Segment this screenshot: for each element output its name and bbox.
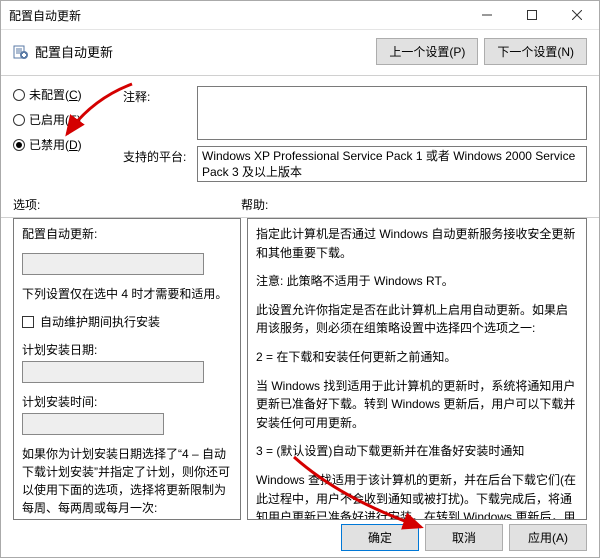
- policy-icon: [13, 44, 29, 60]
- supported-textbox: Windows XP Professional Service Pack 1 或…: [197, 146, 587, 182]
- window-title: 配置自动更新: [9, 7, 81, 24]
- help-label: 帮助:: [241, 196, 587, 213]
- state-radio-group: 未配置(C) 已启用(E) 已禁用(D): [13, 86, 113, 188]
- schedule-time-label: 计划安装时间:: [22, 393, 232, 411]
- options-label: 选项:: [13, 196, 241, 213]
- minimize-button[interactable]: [464, 1, 509, 29]
- radio-label: 未配置(C): [29, 86, 82, 103]
- lower-section: 配置自动更新: 下列设置仅在选中 4 时才需要和适用。 自动维护期间执行安装 计…: [1, 218, 599, 520]
- radio-disabled[interactable]: 已禁用(D): [13, 136, 113, 153]
- options-pane[interactable]: 配置自动更新: 下列设置仅在选中 4 时才需要和适用。 自动维护期间执行安装 计…: [13, 218, 241, 520]
- radio-not-configured[interactable]: 未配置(C): [13, 86, 113, 103]
- schedule-day-select[interactable]: [22, 361, 204, 383]
- help-text: Windows 查找适用于该计算机的更新，并在后台下载它们(在此过程中，用户不会…: [256, 471, 578, 520]
- options-note: 下列设置仅在选中 4 时才需要和适用。: [22, 285, 232, 303]
- maintenance-checkbox[interactable]: 自动维护期间执行安装: [22, 313, 232, 331]
- upper-section: 未配置(C) 已启用(E) 已禁用(D) 注释: 支持的平台: Windows …: [1, 76, 599, 192]
- header-title: 配置自动更新: [35, 42, 113, 61]
- help-text: 此设置允许你指定是否在此计算机上启用自动更新。如果启用该服务，则必须在组策略设置…: [256, 301, 578, 338]
- schedule-explain: 如果你为计划安装日期选择了“4 – 自动下载计划安装”并指定了计划，则你还可以使…: [22, 445, 232, 517]
- dialog-window: 配置自动更新: [0, 0, 600, 558]
- help-pane[interactable]: 指定此计算机是否通过 Windows 自动更新服务接收安全更新和其他重要下载。 …: [247, 218, 587, 520]
- radio-icon: [13, 89, 25, 101]
- prev-setting-button[interactable]: 上一个设置(P): [376, 38, 478, 65]
- comment-textbox[interactable]: [197, 86, 587, 140]
- nav-buttons: 上一个设置(P) 下一个设置(N): [376, 38, 587, 65]
- cancel-button[interactable]: 取消: [425, 524, 503, 551]
- footer-buttons: 确定 取消 应用(A): [341, 524, 587, 551]
- maximize-button[interactable]: [509, 1, 554, 29]
- upper-right: 注释: 支持的平台: Windows XP Professional Servi…: [123, 86, 587, 188]
- help-text: 2 = 在下载和安装任何更新之前通知。: [256, 348, 578, 367]
- radio-label: 已禁用(D): [29, 136, 82, 153]
- checkbox-label: 自动维护期间执行安装: [40, 313, 160, 331]
- section-labels: 选项: 帮助:: [1, 192, 599, 217]
- radio-label: 已启用(E): [29, 111, 81, 128]
- ok-button[interactable]: 确定: [341, 524, 419, 551]
- options-heading: 配置自动更新:: [22, 225, 232, 243]
- update-mode-select[interactable]: [22, 253, 204, 275]
- apply-button[interactable]: 应用(A): [509, 524, 587, 551]
- help-text: 当 Windows 找到适用于此计算机的更新时，系统将通知用户更新已准备好下载。…: [256, 377, 578, 433]
- header-title-group: 配置自动更新: [13, 42, 113, 61]
- close-button[interactable]: [554, 1, 599, 29]
- radio-icon: [13, 114, 25, 126]
- comment-label: 注释:: [123, 86, 191, 140]
- help-text: 注意: 此策略不适用于 Windows RT。: [256, 272, 578, 291]
- titlebar: 配置自动更新: [1, 1, 599, 30]
- radio-enabled[interactable]: 已启用(E): [13, 111, 113, 128]
- header: 配置自动更新 上一个设置(P) 下一个设置(N): [1, 30, 599, 76]
- window-controls: [464, 1, 599, 29]
- checkbox-icon: [22, 316, 34, 328]
- next-setting-button[interactable]: 下一个设置(N): [484, 38, 587, 65]
- help-text: 3 = (默认设置)自动下载更新并在准备好安装时通知: [256, 442, 578, 461]
- supported-label: 支持的平台:: [123, 146, 191, 182]
- schedule-time-select[interactable]: [22, 413, 164, 435]
- schedule-day-label: 计划安装日期:: [22, 341, 232, 359]
- help-text: 指定此计算机是否通过 Windows 自动更新服务接收安全更新和其他重要下载。: [256, 225, 578, 262]
- radio-icon: [13, 139, 25, 151]
